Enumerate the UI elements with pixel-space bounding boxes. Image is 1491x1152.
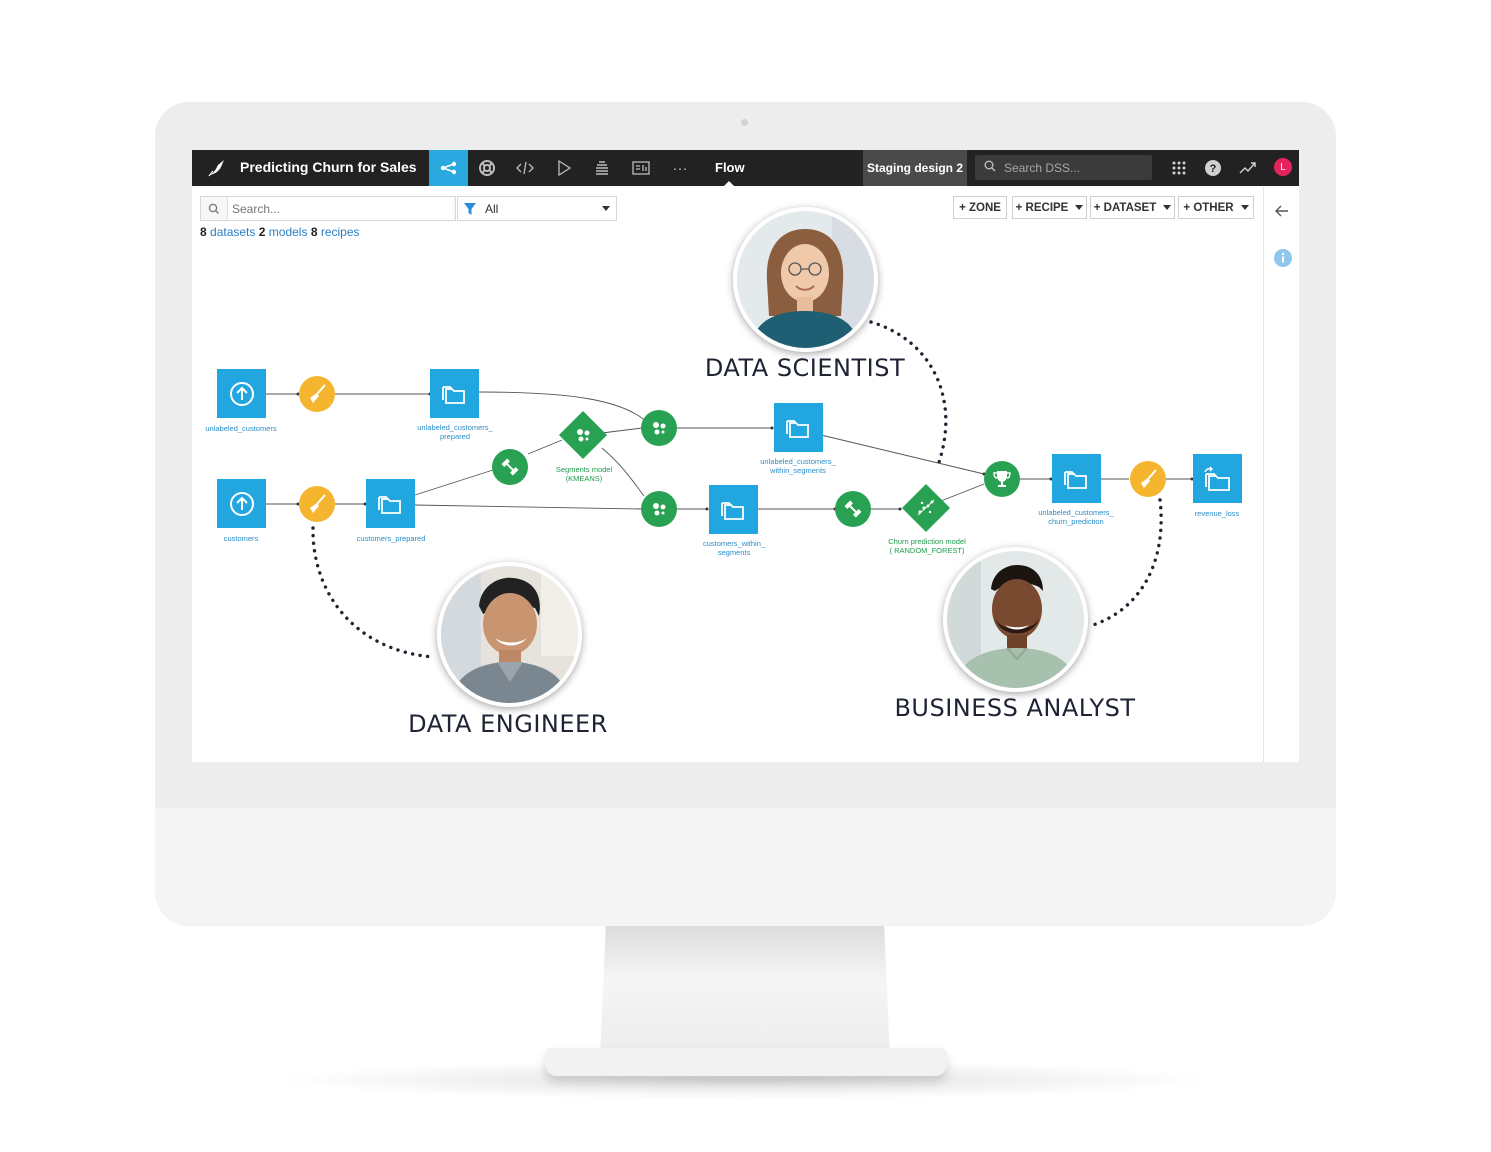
- data-scientist-photo: [733, 207, 878, 352]
- data-engineer-label: DATA ENGINEER: [408, 710, 608, 738]
- camera-dot: [741, 119, 748, 126]
- data-scientist-label: DATA SCIENTIST: [704, 354, 906, 382]
- monitor-stand: [600, 926, 890, 1058]
- monitor-base: [545, 1048, 947, 1076]
- data-engineer-photo: [437, 562, 582, 707]
- monitor-chin: [155, 808, 1336, 926]
- business-analyst-label: BUSINESS ANALYST: [894, 694, 1136, 722]
- business-analyst-photo: [943, 547, 1088, 692]
- app-screen: Predicting Churn for Sales ··· Flow Stag…: [192, 150, 1299, 762]
